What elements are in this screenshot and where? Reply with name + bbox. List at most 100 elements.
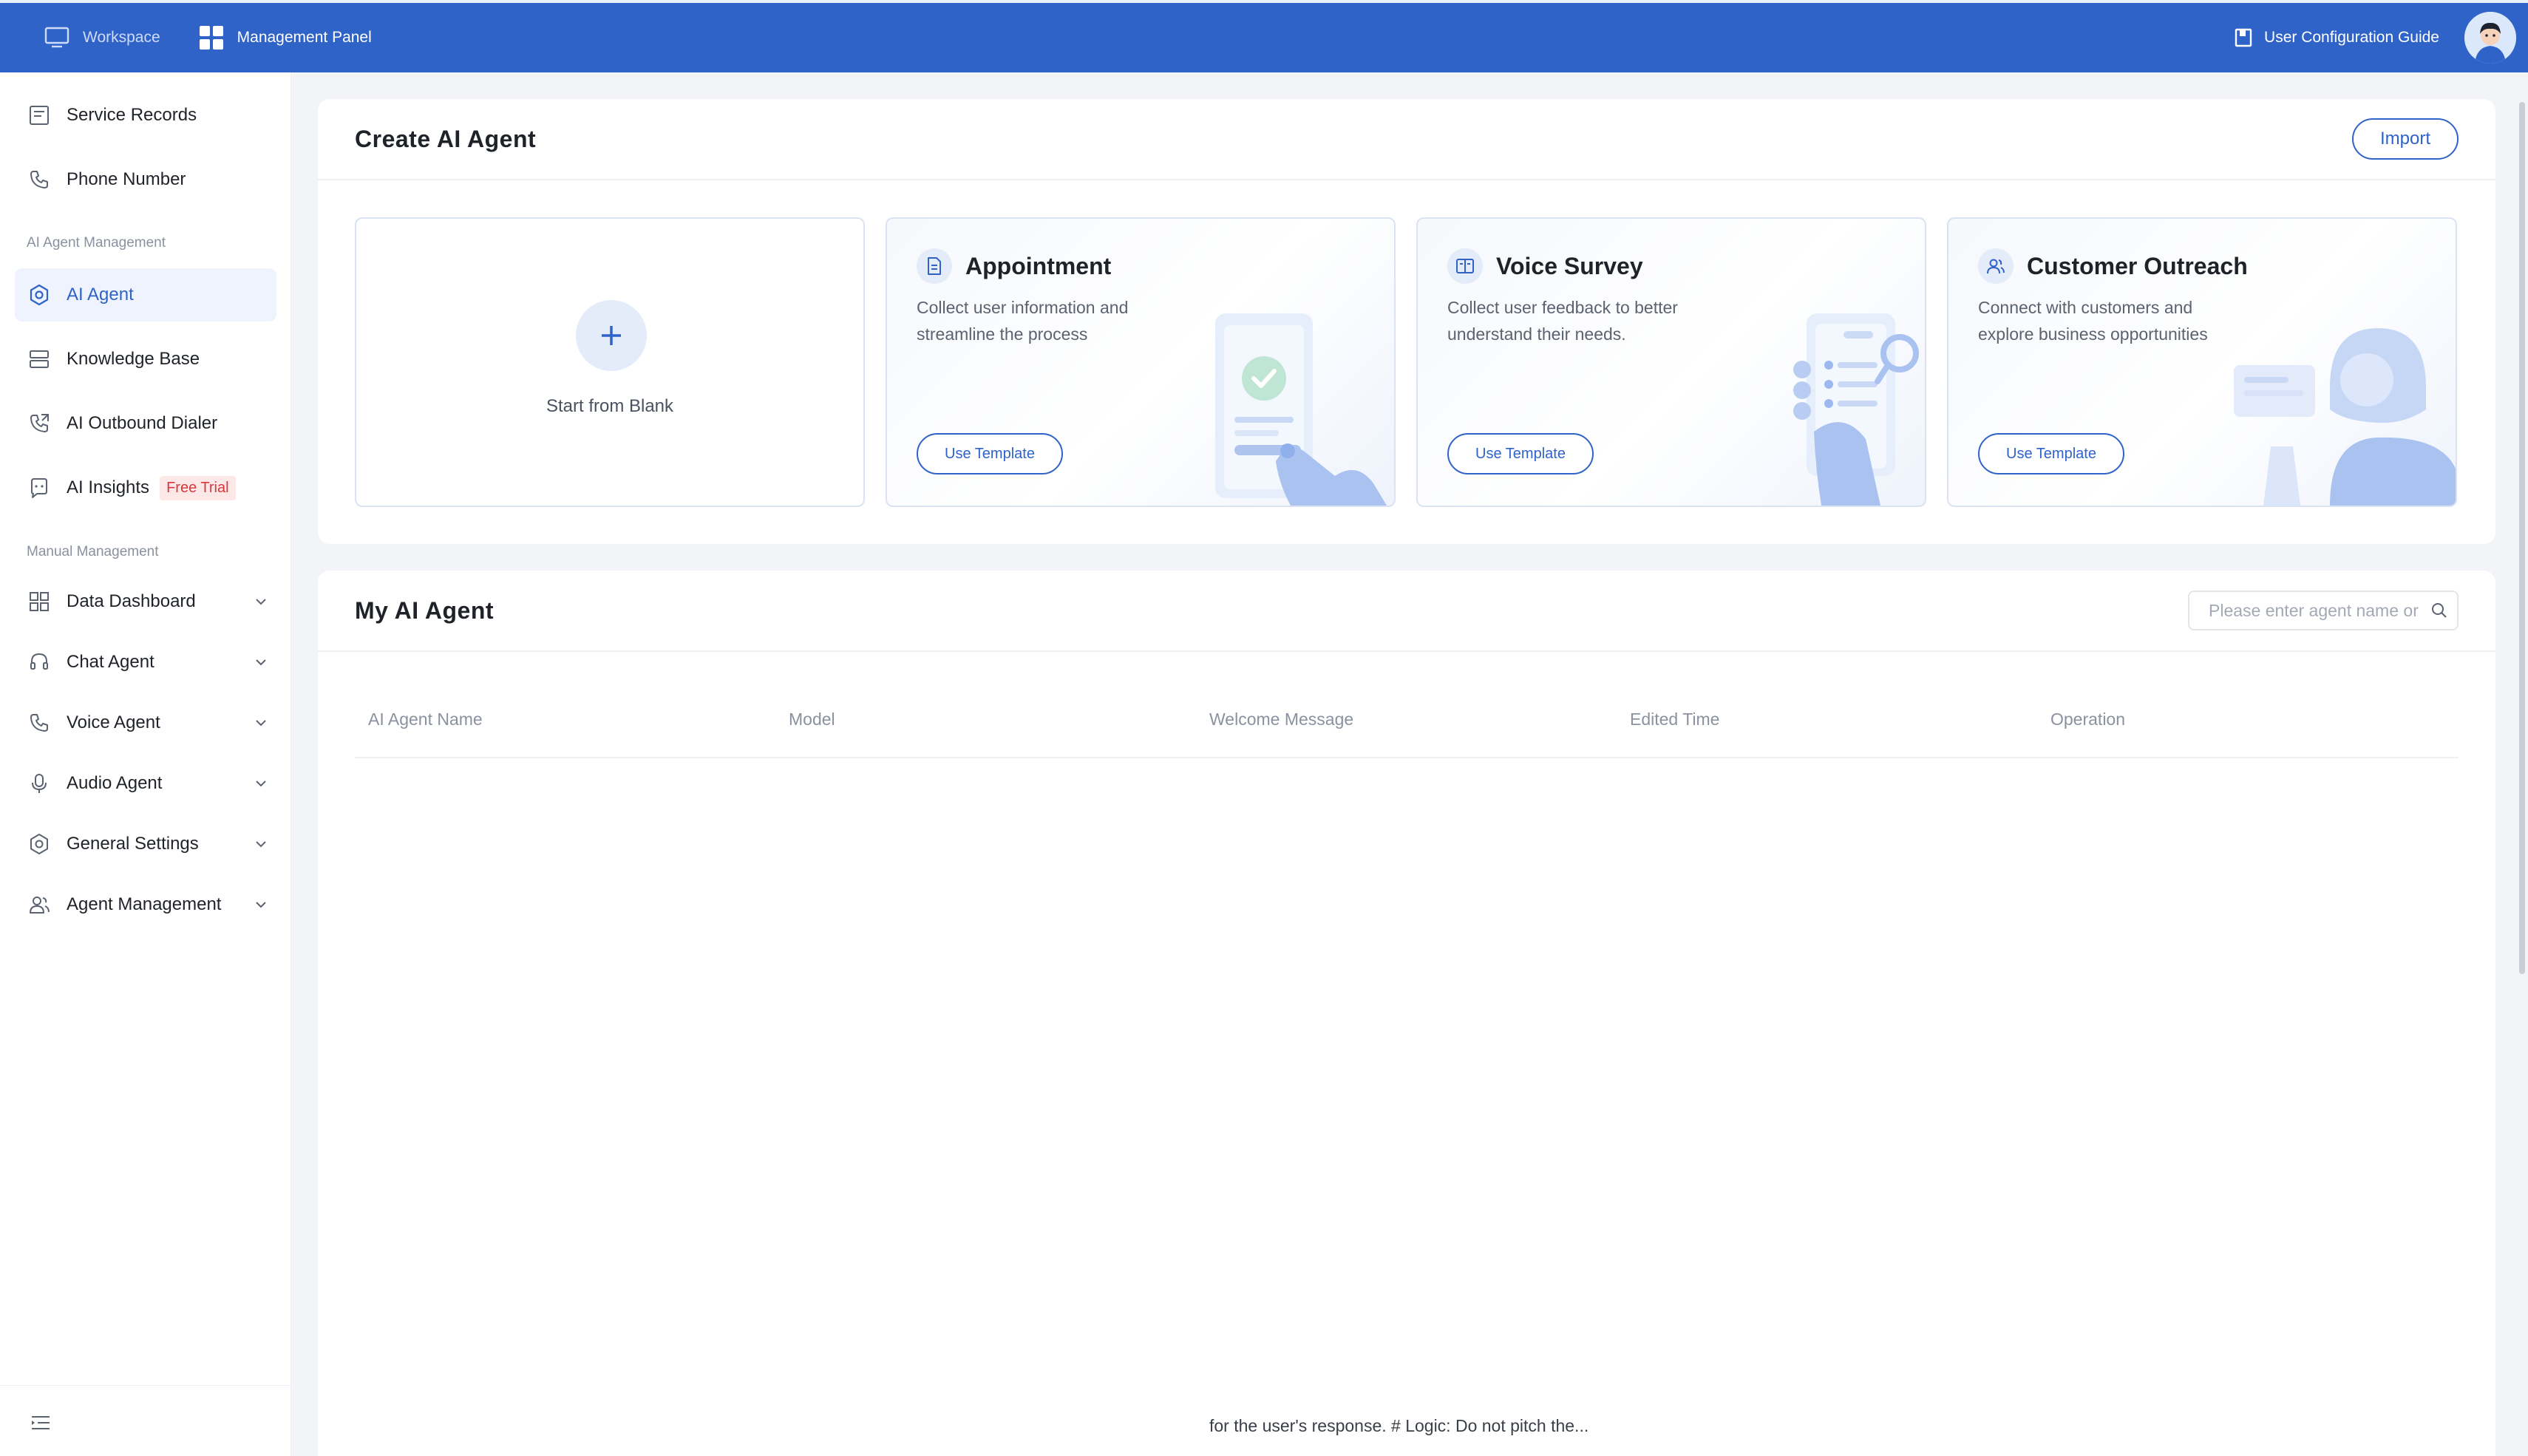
headset-icon <box>28 651 50 673</box>
cell-model <box>775 1406 1196 1435</box>
sidebar-item-data-dashboard[interactable]: Data Dashboard <box>15 575 276 628</box>
phone-outgoing-icon <box>28 412 50 435</box>
list-panel-header: My AI Agent <box>318 571 2495 652</box>
sidebar-item-general-settings[interactable]: General Settings <box>15 817 276 871</box>
sidebar-item-chat-agent[interactable]: Chat Agent <box>15 636 276 689</box>
phone-icon <box>28 712 50 734</box>
use-template-button[interactable]: Use Template <box>917 433 1063 474</box>
start-from-blank-card[interactable]: Start from Blank <box>355 217 865 507</box>
cell-operation <box>2037 1406 2458 1435</box>
database-icon <box>28 348 50 370</box>
sidebar-item-label: Phone Number <box>67 169 186 189</box>
sidebar-item-label: AI Agent <box>67 285 134 305</box>
free-trial-badge: Free Trial <box>160 475 236 500</box>
template-description: Collect user information and streamline … <box>917 298 1129 344</box>
book-icon <box>1447 248 1483 284</box>
chevron-down-icon <box>254 840 268 848</box>
settings-icon <box>28 284 50 306</box>
nav-management-panel[interactable]: Management Panel <box>180 3 391 72</box>
search-box <box>2188 591 2459 630</box>
sidebar-item-ai-outbound-dialer[interactable]: AI Outbound Dialer <box>15 397 276 450</box>
sidebar-item-label: General Settings <box>67 834 199 854</box>
sidebar: Service Records Phone Number AI Agent Ma… <box>0 72 291 1456</box>
voice-survey-illustration <box>1793 313 1919 506</box>
sidebar-item-label: Agent Management <box>67 894 222 914</box>
section-label-ai-agent-management: AI Agent Management <box>27 235 166 251</box>
customer-outreach-illustration <box>2234 328 2456 506</box>
nav-workspace-label: Workspace <box>83 29 160 46</box>
top-bar: Workspace Management Panel User Configur… <box>0 0 2528 72</box>
users-icon <box>28 894 50 916</box>
sidebar-item-agent-management[interactable]: Agent Management <box>15 878 276 931</box>
template-header: Customer Outreach <box>1978 248 2248 284</box>
book-icon <box>2235 28 2252 47</box>
my-ai-agent-panel: My AI Agent AI Agent Name Model Welcome … <box>318 571 2495 1456</box>
start-from-blank-label: Start from Blank <box>546 396 674 416</box>
use-template-button[interactable]: Use Template <box>1978 433 2124 474</box>
sidebar-item-knowledge-base[interactable]: Knowledge Base <box>15 333 276 386</box>
user-configuration-guide-label: User Configuration Guide <box>2264 29 2439 46</box>
template-header: Appointment <box>917 248 1111 284</box>
document-icon <box>917 248 952 284</box>
template-card-voice-survey[interactable]: Voice Survey Collect user feedback to be… <box>1416 217 1926 507</box>
collapse-icon <box>31 1415 50 1431</box>
create-panel-header: Create AI Agent Import <box>318 99 2495 180</box>
sidebar-item-ai-insights[interactable]: AI Insights Free Trial <box>15 461 276 514</box>
use-template-button[interactable]: Use Template <box>1447 433 1594 474</box>
sidebar-divider <box>0 1385 291 1386</box>
column-header-operation: Operation <box>2050 709 2126 729</box>
top-right-area: User Configuration Guide <box>2235 12 2528 64</box>
import-button[interactable]: Import <box>2352 118 2459 160</box>
sidebar-item-service-records[interactable]: Service Records <box>15 89 276 142</box>
sidebar-item-label: Chat Agent <box>67 652 154 672</box>
sidebar-item-audio-agent[interactable]: Audio Agent <box>15 757 276 810</box>
dashboard-icon <box>28 591 50 613</box>
template-title: Voice Survey <box>1496 252 1643 279</box>
column-header-agent-name: AI Agent Name <box>368 709 483 729</box>
nav-management-panel-label: Management Panel <box>237 29 372 46</box>
column-header-edited-time: Edited Time <box>1630 709 1720 729</box>
user-configuration-guide-link[interactable]: User Configuration Guide <box>2235 28 2439 47</box>
sidebar-item-label: Data Dashboard <box>67 591 196 611</box>
appointment-illustration <box>1215 313 1387 506</box>
gear-icon <box>28 833 50 855</box>
table-header-row: AI Agent Name Model Welcome Message Edit… <box>355 681 2459 758</box>
sidebar-item-phone-number[interactable]: Phone Number <box>15 153 276 206</box>
table-row[interactable]: for the user's response. # Logic: Do not… <box>355 1406 2459 1435</box>
chevron-down-icon <box>254 658 268 667</box>
template-card-customer-outreach[interactable]: Customer Outreach Connect with customers… <box>1947 217 2457 507</box>
column-header-model: Model <box>789 709 835 729</box>
cell-edited-time <box>1617 1406 2037 1435</box>
sidebar-item-ai-agent[interactable]: AI Agent <box>15 268 276 322</box>
create-panel-title: Create AI Agent <box>355 125 537 152</box>
search-input[interactable] <box>2209 600 2426 621</box>
cell-welcome-message: for the user's response. # Logic: Do not… <box>1209 1416 1589 1435</box>
section-label-manual-management: Manual Management <box>27 544 159 559</box>
sidebar-item-label: Service Records <box>67 105 197 125</box>
sidebar-item-voice-agent[interactable]: Voice Agent <box>15 696 276 749</box>
sidebar-item-label: Knowledge Base <box>67 349 200 369</box>
sidebar-item-label: Voice Agent <box>67 712 160 732</box>
avatar[interactable] <box>2464 12 2516 64</box>
phone-icon <box>28 169 50 191</box>
chevron-down-icon <box>254 597 268 606</box>
search-icon[interactable] <box>2430 602 2448 619</box>
template-description: Connect with customers and explore busin… <box>1978 298 2208 344</box>
plus-icon <box>576 300 647 371</box>
chevron-down-icon <box>254 718 268 727</box>
column-header-welcome-message: Welcome Message <box>1209 709 1354 729</box>
top-nav: Workspace Management Panel <box>0 3 391 72</box>
chevron-down-icon <box>254 779 268 788</box>
cell-agent-name <box>355 1406 775 1435</box>
nav-workspace[interactable]: Workspace <box>0 3 180 72</box>
scrollbar-thumb[interactable] <box>2519 102 2525 974</box>
collapse-sidebar-button[interactable] <box>30 1412 52 1434</box>
template-card-appointment[interactable]: Appointment Collect user information and… <box>886 217 1396 507</box>
sidebar-item-label: AI Outbound Dialer <box>67 413 218 433</box>
list-panel-title: My AI Agent <box>355 596 495 624</box>
template-title: Appointment <box>965 252 1112 279</box>
monitor-icon <box>44 27 69 49</box>
users-icon <box>1978 248 2014 284</box>
template-header: Voice Survey <box>1447 248 1643 284</box>
document-icon <box>28 104 50 126</box>
